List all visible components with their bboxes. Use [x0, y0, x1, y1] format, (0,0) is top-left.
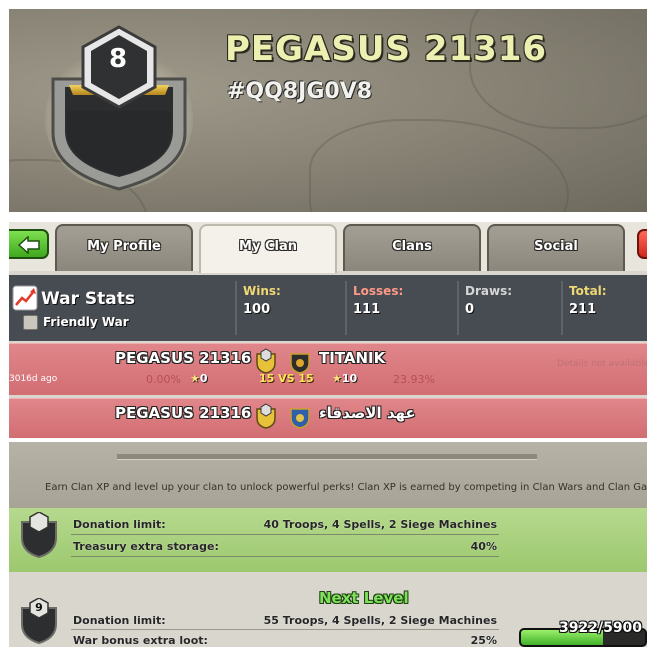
wins-label: Wins: — [243, 284, 281, 298]
clan-tag: #QQ8JG0V8 — [227, 79, 373, 104]
war-stats-bar: War Stats Friendly War Wins: 100 Losses:… — [9, 275, 647, 341]
draws-label: Draws: — [465, 284, 513, 298]
row-age: 3016d ago — [9, 374, 58, 384]
total-value: 211 — [569, 302, 597, 317]
shield-icon — [256, 403, 276, 429]
row-opponent-name: TITANIK — [319, 349, 386, 367]
clan-perks-panel: Earn Clan XP and level up your clan to u… — [9, 442, 647, 647]
row-clan-name: PEGASUS 21316 — [115, 404, 252, 422]
clan-header-panel: 8 PEGASUS 21316 #QQ8JG0V8 — [9, 9, 647, 212]
back-button[interactable] — [9, 229, 49, 259]
perk-value: 55 Troops, 4 Spells, 2 Siege Machines — [263, 614, 497, 627]
row-details-text: Details not available — [557, 359, 647, 369]
row-clan-stars-value: 0 — [199, 372, 208, 385]
divider — [235, 281, 237, 335]
shield-icon — [290, 408, 310, 429]
map-decoration — [309, 119, 569, 212]
shield-icon — [21, 512, 57, 558]
divider — [71, 534, 499, 535]
war-log-row[interactable]: PEGASUS 21316 عهد الاصدقاء — [9, 398, 647, 438]
star-icon: ★ — [332, 372, 342, 385]
shield-icon — [290, 353, 310, 374]
draws-value: 0 — [465, 302, 475, 317]
tab-my-clan[interactable]: My Clan — [199, 224, 337, 273]
friendly-war-label: Friendly War — [43, 315, 129, 329]
close-button[interactable] — [637, 229, 647, 259]
perk-value: 25% — [470, 634, 497, 647]
row-clan-name: PEGASUS 21316 — [115, 349, 252, 367]
perk-intro-text: Earn Clan XP and level up your clan to u… — [45, 482, 647, 493]
xp-progress-text: 3922/5900 — [559, 620, 643, 636]
perk-label: Donation limit: — [73, 614, 166, 627]
losses-value: 111 — [353, 302, 381, 317]
row-vs-text: 15 VS 15 — [259, 372, 314, 385]
row-clan-percent: 0.00% — [146, 373, 181, 386]
map-decoration — [469, 9, 647, 129]
clan-name: PEGASUS 21316 — [225, 29, 548, 69]
row-opponent-stars-value: 10 — [341, 372, 358, 385]
perk-label: Donation limit: — [73, 518, 166, 531]
star-icon: ★ — [190, 372, 200, 385]
tab-bar: My Profile My Clan Clans Social — [9, 222, 647, 273]
row-opponent-name: عهد الاصدقاء — [319, 404, 416, 422]
perk-intro-area: Earn Clan XP and level up your clan to u… — [9, 442, 647, 508]
xp-rail — [117, 454, 537, 460]
war-stats-title: War Stats — [41, 289, 136, 309]
clan-level-number: 8 — [109, 44, 128, 74]
row-clan-stars: ★0 — [190, 372, 208, 385]
perk-value: 40% — [470, 540, 497, 553]
next-level-number: 9 — [35, 601, 43, 614]
perk-value: 40 Troops, 4 Spells, 2 Siege Machines — [263, 518, 497, 531]
current-level-perks: Donation limit: 40 Troops, 4 Spells, 2 S… — [9, 508, 647, 572]
row-opponent-percent: 23.93% — [393, 373, 435, 386]
war-log-panel: My Profile My Clan Clans Social War Stat… — [9, 222, 647, 438]
divider — [71, 629, 499, 630]
row-opponent-stars: ★10 — [332, 372, 357, 385]
arrow-left-icon — [17, 236, 40, 254]
wins-value: 100 — [243, 302, 271, 317]
tab-clans[interactable]: Clans — [343, 224, 481, 271]
chart-up-icon — [12, 285, 38, 311]
divider — [345, 281, 347, 335]
divider — [457, 281, 459, 335]
total-label: Total: — [569, 284, 607, 298]
divider — [71, 556, 499, 557]
perk-label: War bonus extra loot: — [73, 634, 208, 647]
losses-label: Losses: — [353, 284, 404, 298]
tab-my-profile[interactable]: My Profile — [55, 224, 193, 271]
next-level-title: Next Level — [319, 589, 409, 607]
tab-social[interactable]: Social — [487, 224, 625, 271]
shield-icon — [256, 348, 276, 374]
war-log-row[interactable]: PEGASUS 21316 TITANIK 3016d ago 0.00% ★0… — [9, 343, 647, 395]
divider — [561, 281, 563, 335]
friendly-war-checkbox[interactable] — [23, 315, 38, 330]
